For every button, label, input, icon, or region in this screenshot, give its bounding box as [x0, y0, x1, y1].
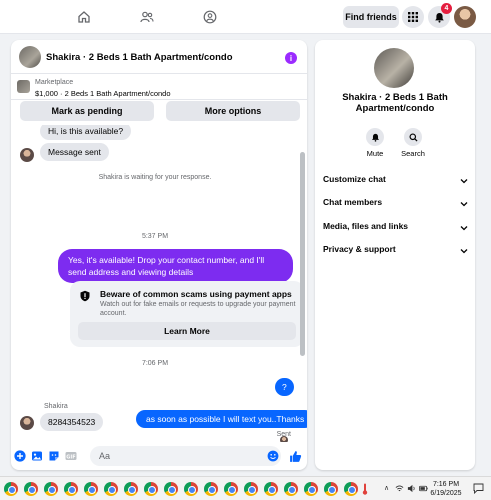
- chrome-taskbar-icon[interactable]: [324, 482, 338, 496]
- battery-icon[interactable]: [419, 484, 428, 493]
- sender-avatar[interactable]: [20, 416, 34, 430]
- search-icon: [404, 128, 422, 146]
- menu-grid-icon[interactable]: [402, 6, 424, 28]
- chrome-taskbar-icon[interactable]: [84, 482, 98, 496]
- scam-warning-card: Beware of common scams using payment app…: [70, 281, 304, 347]
- chrome-taskbar-icon[interactable]: [304, 482, 318, 496]
- listing-category: Marketplace: [35, 79, 74, 86]
- clock-date: 6/19/2025: [430, 490, 462, 497]
- sender-name: Shakira: [44, 403, 68, 410]
- bell-icon: [366, 128, 384, 146]
- top-navigation-bar: Find friends 4: [0, 0, 491, 34]
- chat-info-panel: Shakira · 2 Beds 1 Bath Apartment/condo …: [315, 40, 475, 470]
- photo-icon[interactable]: [31, 450, 43, 462]
- emoji-icon[interactable]: [267, 450, 279, 462]
- notification-center-icon[interactable]: [473, 483, 484, 494]
- outgoing-message[interactable]: ?: [275, 378, 294, 396]
- mute-label: Mute: [366, 149, 384, 158]
- chrome-taskbar-icon[interactable]: [184, 482, 198, 496]
- timestamp: 5:37 PM: [141, 233, 169, 240]
- chrome-taskbar-icon[interactable]: [344, 482, 358, 496]
- search-action[interactable]: Search: [395, 128, 431, 158]
- warning-text: Watch out for fake emails or requests to…: [100, 301, 296, 317]
- volume-icon[interactable]: [407, 484, 416, 493]
- sender-avatar[interactable]: [20, 148, 34, 162]
- chrome-taskbar-icon[interactable]: [24, 482, 38, 496]
- groups-icon[interactable]: [200, 7, 220, 27]
- message-thread: Hi, is this available? Message sent Shak…: [11, 125, 307, 442]
- search-label: Search: [401, 149, 425, 158]
- outgoing-message[interactable]: as soon as possible I will text you..Tha…: [136, 410, 307, 428]
- network-icon[interactable]: [395, 484, 404, 493]
- chat-title[interactable]: Shakira · 2 Beds 1 Bath Apartment/condo: [46, 52, 233, 63]
- section-privacy-support[interactable]: Privacy & support: [323, 244, 469, 260]
- chrome-taskbar-icon[interactable]: [4, 482, 18, 496]
- plus-icon[interactable]: [14, 450, 26, 462]
- chat-panel: Shakira · 2 Beds 1 Bath Apartment/condo …: [11, 40, 307, 470]
- learn-more-button[interactable]: Learn More: [78, 322, 296, 340]
- listing-photo[interactable]: [374, 48, 414, 88]
- section-label: Customize chat: [323, 174, 386, 184]
- section-label: Chat members: [323, 197, 383, 207]
- chrome-taskbar-icon[interactable]: [264, 482, 278, 496]
- more-options-button[interactable]: More options: [166, 101, 300, 121]
- clock-time: 7:16 PM: [432, 481, 460, 488]
- chrome-taskbar-icon[interactable]: [124, 482, 138, 496]
- incoming-message[interactable]: Hi, is this available?: [40, 125, 132, 140]
- profile-avatar[interactable]: [454, 6, 476, 28]
- gif-icon[interactable]: GIF: [65, 450, 77, 462]
- chrome-taskbar-icon[interactable]: [244, 482, 258, 496]
- windows-taskbar: ∧ 7:16 PM 6/19/2025: [0, 476, 491, 500]
- chat-info-icon[interactable]: i: [285, 52, 297, 64]
- chevron-down-icon: [460, 226, 468, 231]
- sticker-icon[interactable]: [48, 450, 60, 462]
- chat-info-title: Shakira · 2 Beds 1 Bath Apartment/condo: [342, 92, 448, 114]
- chrome-taskbar-icon[interactable]: [224, 482, 238, 496]
- incoming-message[interactable]: 8284354523: [40, 413, 104, 431]
- chrome-taskbar-icon[interactable]: [284, 482, 298, 496]
- outgoing-message[interactable]: Yes, it's available! Drop your contact n…: [58, 249, 293, 283]
- thermometer-icon[interactable]: [362, 483, 368, 495]
- mute-action[interactable]: Mute: [357, 128, 393, 158]
- find-friends-button[interactable]: Find friends: [343, 6, 399, 28]
- timestamp: 7:06 PM: [141, 360, 169, 367]
- waiting-notice: Shakira is waiting for your response.: [98, 174, 212, 181]
- chevron-down-icon: [460, 202, 468, 207]
- tray-overflow-icon[interactable]: ∧: [384, 484, 389, 492]
- like-thumbs-up-icon[interactable]: [289, 450, 302, 463]
- warning-title: Beware of common scams using payment app…: [100, 289, 292, 299]
- section-media-files-links[interactable]: Media, files and links: [323, 221, 469, 237]
- home-icon[interactable]: [74, 7, 94, 27]
- section-label: Media, files and links: [323, 221, 409, 231]
- system-clock[interactable]: 7:16 PM 6/19/2025: [429, 480, 463, 498]
- listing-small-thumbnail: [17, 80, 30, 93]
- chrome-taskbar-icon[interactable]: [164, 482, 178, 496]
- mark-as-pending-button[interactable]: Mark as pending: [20, 101, 154, 121]
- marketplace-listing-bar[interactable]: Marketplace $1,000 · 2 Beds 1 Bath Apart…: [11, 74, 307, 100]
- chrome-taskbar-icon[interactable]: [204, 482, 218, 496]
- shield-icon: [80, 290, 90, 302]
- thread-scrollbar[interactable]: [300, 152, 305, 356]
- chrome-taskbar-icon[interactable]: [64, 482, 78, 496]
- notification-count-badge: 4: [441, 3, 452, 14]
- svg-text:GIF: GIF: [66, 454, 75, 460]
- incoming-message[interactable]: Message sent: [40, 143, 109, 161]
- chevron-down-icon: [460, 179, 468, 184]
- message-composer: GIF Aa: [11, 442, 307, 470]
- listing-thumbnail[interactable]: [19, 46, 41, 68]
- chat-header: Shakira · 2 Beds 1 Bath Apartment/condo …: [11, 40, 307, 74]
- listing-detail: $1,000 · 2 Beds 1 Bath Apartment/condo: [35, 89, 171, 98]
- chevron-down-icon: [460, 249, 468, 254]
- message-input[interactable]: Aa: [90, 446, 281, 466]
- chrome-taskbar-icon[interactable]: [104, 482, 118, 496]
- sent-status: Sent: [276, 431, 291, 438]
- friends-icon[interactable]: [137, 7, 157, 27]
- section-label: Privacy & support: [323, 244, 396, 254]
- section-chat-members[interactable]: Chat members: [323, 197, 469, 213]
- section-customize-chat[interactable]: Customize chat: [323, 174, 469, 190]
- chrome-taskbar-icon[interactable]: [144, 482, 158, 496]
- chrome-taskbar-icon[interactable]: [44, 482, 58, 496]
